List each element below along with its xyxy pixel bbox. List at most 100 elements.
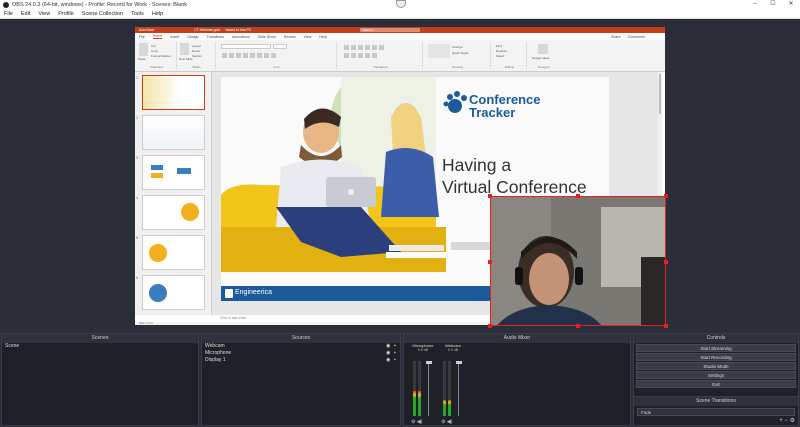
slide-thumbnail-4[interactable] <box>142 195 205 230</box>
ppt-tab-file[interactable]: File <box>139 35 145 39</box>
design-ideas-label[interactable]: Design Ideas <box>532 56 550 60</box>
ppt-search-box[interactable]: Search <box>360 28 420 32</box>
lock-icon[interactable]: ▪ <box>394 351 399 356</box>
menu-profile[interactable]: Profile <box>58 11 74 17</box>
slide-thumbnail-3[interactable] <box>142 155 205 190</box>
source-item-display[interactable]: Display 1 ◉ ▪ <box>202 357 400 364</box>
gear-icon[interactable]: ⚙ <box>790 418 795 424</box>
channel-db: 0.0 dB <box>447 348 459 352</box>
resize-handle-top[interactable] <box>576 194 580 198</box>
lock-icon[interactable]: ▪ <box>394 344 399 349</box>
exit-button[interactable]: Exit <box>636 380 796 388</box>
ppt-autosave[interactable]: AutoSave <box>139 28 154 32</box>
select-label[interactable]: Select <box>496 54 504 58</box>
menu-help[interactable]: Help <box>152 11 163 17</box>
ppt-tab-help[interactable]: Help <box>319 35 326 39</box>
fader-knob[interactable] <box>455 361 462 364</box>
volume-fader[interactable] <box>455 361 462 416</box>
sources-list[interactable]: Webcam ◉ ▪ Microphone ◉ ▪ Display 1 ◉ ▪ <box>202 343 400 425</box>
preview-canvas[interactable]: AutoSave CT-Webinar.pptx Saved to this P… <box>0 19 800 331</box>
copy-label[interactable]: Copy <box>151 49 158 53</box>
visibility-eye-icon[interactable]: ◉ <box>386 358 391 363</box>
lock-icon[interactable]: ▪ <box>394 358 399 363</box>
source-item-microphone[interactable]: Microphone ◉ ▪ <box>202 350 400 357</box>
ppt-tab-insert[interactable]: Insert <box>170 35 179 39</box>
webcam-source[interactable] <box>490 196 666 326</box>
resize-handle-left[interactable] <box>488 260 492 264</box>
minimize-button[interactable]: – <box>746 0 764 9</box>
resize-handle-right[interactable] <box>664 260 668 264</box>
slide-thumbnail-5[interactable] <box>142 235 205 270</box>
scene-item[interactable]: Scene <box>2 343 198 350</box>
visibility-eye-icon[interactable]: ◉ <box>386 344 391 349</box>
paste-icon[interactable] <box>139 43 148 56</box>
font-size-select[interactable] <box>273 44 287 49</box>
source-item-webcam[interactable]: Webcam ◉ ▪ <box>202 343 400 350</box>
new-slide-label[interactable]: New Slide <box>179 57 193 61</box>
ppt-tab-review[interactable]: Review <box>284 35 296 39</box>
slide-scrollbar-thumb[interactable] <box>659 74 661 114</box>
layout-label[interactable]: Layout <box>192 44 201 48</box>
quick-styles-label[interactable]: Quick Styles <box>452 51 469 55</box>
speaker-icon[interactable]: ◀) <box>417 419 423 425</box>
close-button[interactable]: ✕ <box>782 0 800 9</box>
design-ideas-icon[interactable] <box>538 44 548 54</box>
shapes-gallery[interactable] <box>428 44 450 58</box>
menu-scene-collection[interactable]: Scene Collection <box>82 11 123 17</box>
start-streaming-button[interactable]: Start Streaming <box>636 344 796 352</box>
new-slide-icon[interactable] <box>180 43 189 55</box>
slide-thumbnail-6[interactable] <box>142 275 205 310</box>
studio-mode-button[interactable]: Studio Mode <box>636 362 796 370</box>
section-label[interactable]: Section <box>192 54 202 58</box>
menu-view[interactable]: View <box>38 11 50 17</box>
start-recording-button[interactable]: Start Recording <box>636 353 796 361</box>
fader-knob[interactable] <box>425 361 432 364</box>
paste-label[interactable]: Paste <box>138 57 146 61</box>
slide-thumbnails-pane[interactable]: 1 2 3 4 5 6 <box>135 72 212 315</box>
resize-handle-bottom[interactable] <box>576 324 580 328</box>
ppt-tab-view[interactable]: View <box>304 35 312 39</box>
resize-handle-top-right[interactable] <box>664 194 668 198</box>
ppt-tab-slideshow[interactable]: Slide Show <box>258 35 276 39</box>
ppt-tab-design[interactable]: Design <box>187 35 198 39</box>
alignment-buttons <box>343 52 378 60</box>
slide-title-line-1: Having a <box>442 155 512 175</box>
resize-handle-bottom-left[interactable] <box>488 324 492 328</box>
transition-controls: + − ⚙ <box>779 417 795 424</box>
reset-label[interactable]: Reset <box>192 49 200 53</box>
ppt-tab-transitions[interactable]: Transitions <box>207 35 224 39</box>
settings-button[interactable]: Settings <box>636 371 796 379</box>
resize-handle-top-left[interactable] <box>488 194 492 198</box>
speaker-icon[interactable]: ◀) <box>447 419 453 425</box>
menu-tools[interactable]: Tools <box>131 11 144 17</box>
volume-fader[interactable] <box>425 361 432 416</box>
resize-handle-bottom-right[interactable] <box>664 324 668 328</box>
remove-icon[interactable]: − <box>784 418 788 424</box>
replace-label[interactable]: Replace <box>496 49 507 53</box>
transition-select[interactable]: Fade <box>637 408 795 416</box>
arrange-label[interactable]: Arrange <box>452 45 463 49</box>
menu-file[interactable]: File <box>4 11 13 17</box>
ppt-tab-home[interactable]: Home <box>152 34 163 39</box>
font-name-select[interactable] <box>221 44 271 49</box>
cut-label[interactable]: Cut <box>151 44 156 48</box>
find-label[interactable]: Find <box>496 44 502 48</box>
slide-thumbnail-1[interactable] <box>142 75 205 110</box>
ppt-tab-animations[interactable]: Animations <box>232 35 250 39</box>
slide-thumbnail-2[interactable] <box>142 115 205 150</box>
sources-dock: Sources Webcam ◉ ▪ Microphone ◉ ▪ Displa… <box>201 333 401 426</box>
menu-edit[interactable]: Edit <box>21 11 30 17</box>
volume-meter <box>418 361 421 416</box>
format-painter-label[interactable]: Format Painter <box>151 54 171 58</box>
visibility-eye-icon[interactable]: ◉ <box>386 351 391 356</box>
maximize-button[interactable]: ☐ <box>764 0 782 9</box>
gear-icon[interactable]: ⚙ <box>441 419 445 425</box>
gear-icon[interactable]: ⚙ <box>411 419 415 425</box>
add-icon[interactable]: + <box>779 418 783 424</box>
scenes-header: Scenes <box>2 334 198 343</box>
ppt-comments-button[interactable]: Comments <box>628 35 645 39</box>
sources-header: Sources <box>202 334 400 343</box>
scenes-list[interactable]: Scene <box>2 343 198 425</box>
ppt-share-button[interactable]: Share <box>611 35 621 39</box>
slide-title: Having a Virtual Conference <box>442 154 587 198</box>
